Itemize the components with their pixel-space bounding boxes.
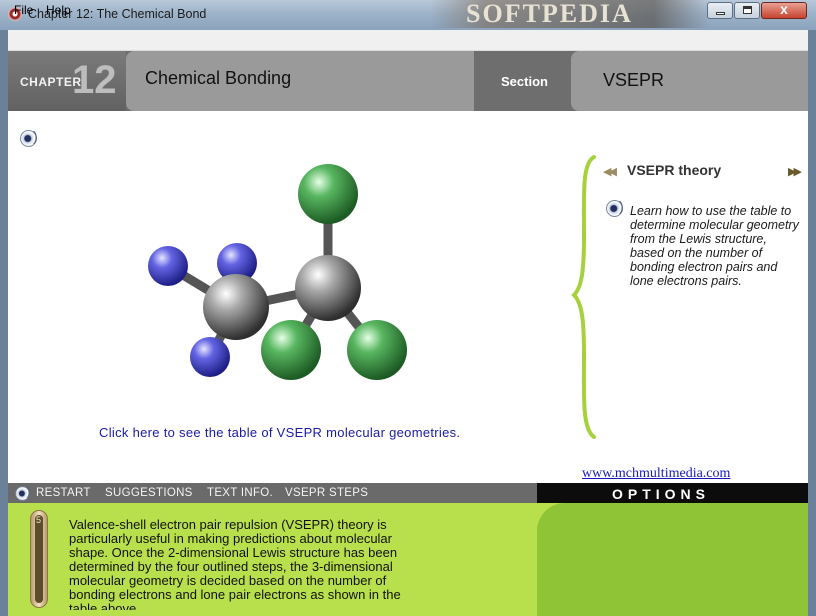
section-label: Section — [501, 74, 548, 89]
sidebar-brace — [571, 155, 596, 439]
speaker-icon[interactable] — [20, 128, 38, 147]
toolbar-speaker-icon[interactable] — [15, 485, 30, 501]
chlorine-atom — [347, 320, 407, 380]
close-icon: x — [780, 1, 788, 17]
section-value: VSEPR — [603, 70, 665, 90]
options-label[interactable]: OPTIONS — [612, 486, 710, 502]
watermark: SOFTPEDIA — [430, 0, 710, 28]
text-info-button[interactable]: TEXT INFO. — [207, 487, 273, 499]
menu-file[interactable]: File — [14, 3, 33, 17]
sidebar-title: VSEPR theory — [627, 162, 722, 178]
hydrogen-atom — [148, 246, 188, 286]
double-arrow-right-icon[interactable]: ▶▶ — [788, 165, 802, 178]
website-link[interactable]: www.mchmultimedia.com — [582, 466, 730, 482]
options-panel[interactable] — [537, 503, 808, 616]
scrollbar-thumb[interactable] — [35, 515, 43, 603]
topic-title: Chemical Bonding — [145, 68, 292, 88]
sidebar-speaker-icon[interactable] — [606, 198, 624, 217]
chlorine-atom — [261, 320, 321, 380]
carbon-atom — [203, 274, 269, 340]
close-button[interactable]: x — [761, 1, 807, 19]
suggestions-button[interactable]: SUGGESTIONS — [105, 487, 193, 499]
vsepr-steps-button[interactable]: VSEPR STEPS — [285, 487, 368, 499]
vsepr-table-link[interactable]: Click here to see the table of VSEPR mol… — [99, 425, 460, 440]
restart-button[interactable]: RESTART — [36, 487, 91, 499]
hydrogen-atom — [190, 337, 230, 377]
menu-bar — [8, 30, 808, 51]
maximize-button[interactable] — [734, 2, 760, 19]
menu-help[interactable]: Help — [46, 3, 71, 17]
minimize-button[interactable] — [707, 2, 733, 19]
double-arrow-left-icon[interactable]: ◀◀ — [603, 165, 617, 178]
chlorine-atom — [298, 164, 358, 224]
chapter-number: 12 — [72, 58, 117, 102]
carbon-atom — [295, 255, 361, 321]
molecule-model[interactable] — [130, 150, 420, 395]
sidebar-description: Learn how to use the table to determine … — [630, 204, 799, 288]
info-text: Valence-shell electron pair repulsion (V… — [69, 518, 401, 610]
scroll-number: 5 — [36, 515, 42, 525]
